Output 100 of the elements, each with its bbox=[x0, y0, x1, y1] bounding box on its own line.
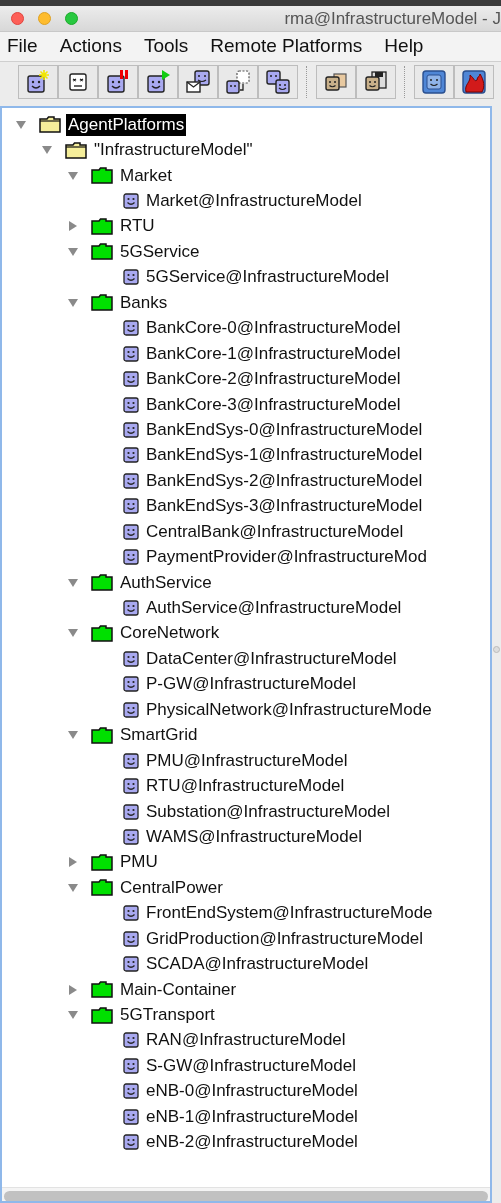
agent-label[interactable]: BankCore-1@InfrastructureModel bbox=[144, 342, 403, 365]
folder-label[interactable]: AuthService bbox=[118, 571, 214, 594]
toolbar-button[interactable] bbox=[18, 65, 58, 99]
agent-label[interactable]: PhysicalNetwork@InfrastructureMode bbox=[144, 698, 434, 721]
toolbar-button[interactable] bbox=[356, 65, 396, 99]
minimize-button[interactable] bbox=[38, 12, 51, 25]
agent-face-icon bbox=[123, 1057, 139, 1074]
expanded-arrow-icon[interactable] bbox=[67, 296, 79, 309]
folder-label[interactable]: Main-Container bbox=[118, 978, 239, 1001]
horizontal-scrollbar[interactable] bbox=[2, 1187, 490, 1201]
toolbar-button[interactable] bbox=[58, 65, 98, 99]
smiley-move-icon bbox=[225, 69, 251, 95]
agent-label[interactable]: GridProduction@InfrastructureModel bbox=[144, 927, 426, 950]
agent-face-icon bbox=[123, 828, 139, 845]
agent-label[interactable]: Substation@InfrastructureModel bbox=[144, 800, 393, 823]
agent-face-icon bbox=[123, 523, 139, 540]
agent-label[interactable]: BankCore-0@InfrastructureModel bbox=[144, 317, 403, 340]
collapsed-arrow-icon[interactable] bbox=[67, 220, 79, 233]
agent-face-icon bbox=[123, 905, 139, 922]
folder-label[interactable]: "InfrastructureModel" bbox=[92, 139, 255, 162]
folder-icon bbox=[91, 1006, 113, 1024]
agent-face-icon bbox=[123, 193, 139, 210]
expanded-arrow-icon[interactable] bbox=[67, 169, 79, 182]
folder-label[interactable]: Market bbox=[118, 164, 174, 187]
agent-face-icon bbox=[123, 345, 139, 362]
agent-label[interactable]: BankEndSys-1@InfrastructureModel bbox=[144, 444, 425, 467]
folder-label[interactable]: 5GService bbox=[118, 240, 202, 263]
folder-icon bbox=[91, 879, 113, 897]
agent-label[interactable]: S-GW@InfrastructureModel bbox=[144, 1054, 358, 1077]
agent-label[interactable]: AuthService@InfrastructureModel bbox=[144, 597, 404, 620]
agent-label[interactable]: PaymentProvider@InfrastructureMod bbox=[144, 546, 429, 569]
folder-label[interactable]: PMU bbox=[118, 851, 160, 874]
collapsed-arrow-icon[interactable] bbox=[67, 856, 79, 869]
agent-label[interactable]: BankCore-2@InfrastructureModel bbox=[144, 368, 403, 391]
agent-label[interactable]: eNB-1@InfrastructureModel bbox=[144, 1105, 360, 1128]
expanded-arrow-icon[interactable] bbox=[67, 576, 79, 589]
toolbar-button[interactable] bbox=[414, 65, 454, 99]
menu-item[interactable]: Tools bbox=[143, 32, 189, 61]
menu-item[interactable]: Actions bbox=[59, 32, 122, 61]
agent-label[interactable]: RAN@InfrastructureModel bbox=[144, 1029, 348, 1052]
toolbar-button[interactable] bbox=[178, 65, 218, 99]
agent-face-icon bbox=[123, 701, 139, 718]
agent-label[interactable]: eNB-2@InfrastructureModel bbox=[144, 1131, 360, 1154]
toolbar-button[interactable] bbox=[454, 65, 494, 99]
toolbar-button[interactable] bbox=[218, 65, 258, 99]
toolbar-button[interactable] bbox=[98, 65, 138, 99]
expanded-arrow-icon[interactable] bbox=[67, 245, 79, 258]
menu-item[interactable]: File bbox=[7, 32, 38, 61]
agent-label[interactable]: BankEndSys-2@InfrastructureModel bbox=[144, 469, 425, 492]
flame-icon bbox=[461, 69, 487, 95]
expanded-arrow-icon[interactable] bbox=[67, 881, 79, 894]
folder-icon bbox=[91, 294, 113, 312]
folder-label[interactable]: CoreNetwork bbox=[118, 622, 222, 645]
agent-face-icon bbox=[123, 498, 139, 515]
framed-face-icon bbox=[421, 69, 447, 95]
folder-icon bbox=[91, 981, 113, 999]
folder-icon bbox=[91, 574, 113, 592]
agent-label[interactable]: FrontEndSystem@InfrastructureMode bbox=[144, 902, 435, 925]
agent-label[interactable]: RTU@InfrastructureModel bbox=[144, 775, 347, 798]
folder-label[interactable]: SmartGrid bbox=[118, 724, 200, 747]
agent-face-icon bbox=[123, 676, 139, 693]
agent-face-icon bbox=[123, 752, 139, 769]
agent-face-icon bbox=[123, 1083, 139, 1100]
agent-face-icon bbox=[123, 778, 139, 795]
menu-item[interactable]: Help bbox=[384, 32, 424, 61]
agent-face-icon bbox=[123, 803, 139, 820]
agent-label[interactable]: WAMS@InfrastructureModel bbox=[144, 825, 364, 848]
agent-label[interactable]: P-GW@InfrastructureModel bbox=[144, 673, 358, 696]
expanded-arrow-icon[interactable] bbox=[15, 118, 27, 131]
close-button[interactable] bbox=[11, 12, 24, 25]
agent-label[interactable]: BankCore-3@InfrastructureModel bbox=[144, 393, 403, 416]
agent-label[interactable]: DataCenter@InfrastructureModel bbox=[144, 647, 399, 670]
toolbar-button[interactable] bbox=[258, 65, 298, 99]
folder-icon bbox=[91, 624, 113, 642]
folder-label[interactable]: RTU bbox=[118, 215, 157, 238]
folder-label[interactable]: Banks bbox=[118, 291, 170, 314]
agent-label[interactable]: 5GService@InfrastructureModel bbox=[144, 266, 392, 289]
menu-item[interactable]: Remote Platforms bbox=[210, 32, 363, 61]
folder-label[interactable]: CentralPower bbox=[118, 876, 225, 899]
agent-label[interactable]: CentralBank@InfrastructureModel bbox=[144, 520, 406, 543]
agent-face-icon bbox=[123, 956, 139, 973]
collapsed-arrow-icon[interactable] bbox=[67, 983, 79, 996]
agent-label[interactable]: Market@InfrastructureModel bbox=[144, 190, 364, 213]
toolbar-button[interactable] bbox=[316, 65, 356, 99]
agent-label[interactable]: PMU@InfrastructureModel bbox=[144, 749, 350, 772]
zoom-button[interactable] bbox=[65, 12, 78, 25]
agent-label[interactable]: BankEndSys-3@InfrastructureModel bbox=[144, 495, 425, 518]
folder-icon bbox=[91, 167, 113, 185]
agent-face-icon bbox=[123, 472, 139, 489]
smiley-sparkle-icon bbox=[25, 69, 51, 95]
folder-icon bbox=[91, 243, 113, 261]
folder-label[interactable]: 5GTransport bbox=[118, 1004, 217, 1027]
agent-label[interactable]: SCADA@InfrastructureModel bbox=[144, 953, 371, 976]
agent-face-icon bbox=[123, 1032, 139, 1049]
toolbar-button[interactable] bbox=[138, 65, 178, 99]
folder-label[interactable]: AgentPlatforms bbox=[66, 113, 187, 136]
agent-label[interactable]: BankEndSys-0@InfrastructureModel bbox=[144, 418, 425, 441]
window-title: rma@InfrastructureModel - J bbox=[284, 7, 501, 30]
agent-label[interactable]: eNB-0@InfrastructureModel bbox=[144, 1080, 360, 1103]
agent-face-icon bbox=[123, 371, 139, 388]
